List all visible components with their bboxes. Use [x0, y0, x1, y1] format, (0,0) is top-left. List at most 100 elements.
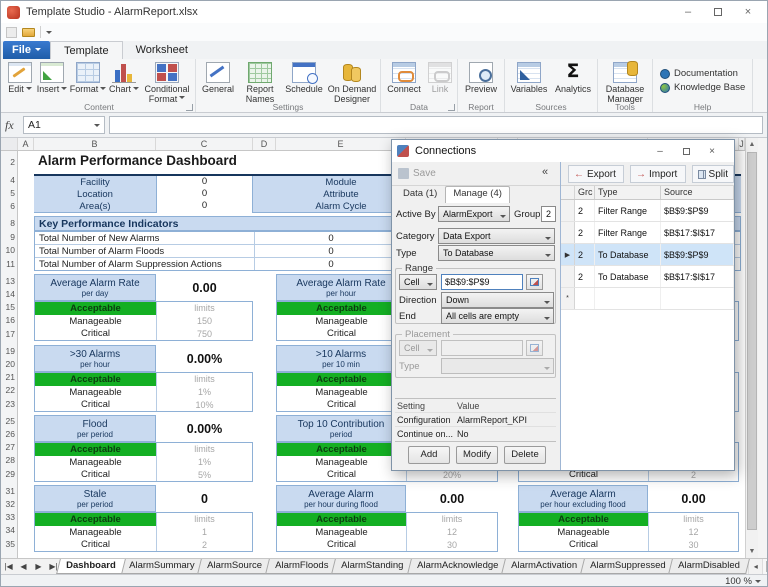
row-header-2[interactable]: 2 [1, 153, 17, 171]
documentation-link[interactable]: Documentation [655, 68, 750, 79]
dialog-save-button[interactable]: Save [398, 168, 436, 179]
sheet-tab-dashboard[interactable]: Dashboard [56, 559, 125, 574]
connections-grid[interactable]: Grc Type Source 2Filter Range$B$9:$P$92F… [561, 186, 734, 470]
row-header-8[interactable]: 8 [1, 216, 17, 231]
sheet-tab-alarmsource[interactable]: AlarmSource [197, 559, 272, 574]
row-header-35[interactable]: 35 [1, 537, 17, 551]
category-select[interactable]: Data Export [438, 228, 555, 244]
on-demand-designer-button[interactable]: On Demand Designer [326, 59, 378, 104]
report-names-button[interactable]: Report Names [238, 59, 282, 104]
h-scrollbar-track[interactable] [762, 559, 768, 574]
end-select[interactable]: All cells are empty [441, 308, 554, 324]
filter-value[interactable]: 0 [157, 200, 252, 212]
sheet-tab-alarmstanding[interactable]: AlarmStanding [331, 559, 413, 574]
knowledge-base-link[interactable]: Knowledge Base [655, 82, 750, 93]
scroll-down-icon[interactable]: ▼ [746, 545, 758, 558]
namebox-dropdown-icon[interactable] [94, 124, 100, 130]
row-header-34[interactable]: 34 [1, 524, 17, 537]
vertical-scrollbar[interactable]: ▲ ▼ [745, 138, 758, 558]
connection-row-new[interactable]: * [561, 288, 734, 310]
chart-button[interactable]: Chart [107, 59, 141, 95]
open-folder-icon[interactable] [22, 28, 35, 37]
edit-button[interactable]: Edit [5, 59, 35, 95]
sheet-tab-alarmacknowledge[interactable]: AlarmAcknowledge [407, 559, 508, 574]
row-header-14[interactable]: 14 [1, 288, 17, 301]
dialog-close-button[interactable]: × [699, 142, 725, 160]
format-button[interactable]: Format [69, 59, 107, 95]
preview-button[interactable]: Preview [460, 59, 502, 95]
row-header-20[interactable]: 20 [1, 358, 17, 371]
connection-row[interactable]: 2Filter Range$B$9:$P$9 [561, 200, 734, 222]
grid-column-type[interactable]: Type [595, 186, 661, 199]
row-header-29[interactable]: 29 [1, 467, 17, 481]
add-button[interactable]: Add [408, 446, 450, 464]
column-header-D[interactable]: D [253, 138, 276, 150]
row-header-10[interactable]: 10 [1, 244, 17, 257]
collapse-panel-icon[interactable]: « [542, 166, 548, 178]
connection-row[interactable]: 2To Database$B$17:$I$17 [561, 266, 734, 288]
column-header-B[interactable]: B [34, 138, 156, 150]
row-header-6[interactable]: 6 [1, 200, 17, 213]
filter-value[interactable]: 0 [157, 188, 252, 200]
group-input[interactable]: 2 [541, 206, 556, 222]
delete-button[interactable]: Delete [504, 446, 546, 464]
range-input[interactable]: $B$9:$P$9 [441, 274, 523, 290]
row-header-27[interactable]: 27 [1, 441, 17, 454]
row-header-22[interactable]: 22 [1, 384, 17, 397]
close-button[interactable]: × [733, 2, 763, 22]
save-icon[interactable] [6, 27, 17, 38]
database-manager-button[interactable]: Database Manager [600, 59, 650, 104]
dialog-minimize-button[interactable]: – [647, 142, 673, 160]
insert-button[interactable]: Insert [35, 59, 69, 95]
horizontal-scrollbar[interactable]: ◂▸ [748, 559, 768, 574]
sheet-nav-first-icon[interactable]: |◀ [1, 559, 16, 574]
export-button[interactable]: ←Export [568, 165, 624, 183]
connections-dialog[interactable]: Connections – × Save « ←Export →Import S… [391, 139, 735, 471]
connection-row[interactable]: ▶2To Database$B$9:$P$9 [561, 244, 734, 266]
row-header-17[interactable]: 17 [1, 327, 17, 341]
zoom-dropdown-icon[interactable] [755, 580, 761, 586]
row-header-15[interactable]: 15 [1, 301, 17, 314]
filter-value[interactable]: 0 [157, 176, 252, 188]
dialog-maximize-button[interactable] [673, 142, 699, 160]
tab-template[interactable]: Template [50, 41, 123, 59]
row-header-23[interactable]: 23 [1, 397, 17, 411]
column-header-A[interactable]: A [18, 138, 34, 150]
sheet-tab-alarmdisabled[interactable]: AlarmDisabled [669, 559, 751, 574]
range-picker-icon[interactable] [526, 274, 543, 290]
row-header-31[interactable]: 31 [1, 485, 17, 498]
maximize-button[interactable] [703, 2, 733, 22]
file-menu-button[interactable]: File [3, 41, 50, 59]
direction-select[interactable]: Down [441, 292, 554, 308]
variables-button[interactable]: Variables [507, 59, 551, 95]
split-button[interactable]: Split [692, 165, 734, 183]
sheet-tab-alarmsuppressed[interactable]: AlarmSuppressed [580, 559, 675, 574]
dialog-launcher-icon[interactable] [186, 104, 193, 111]
sheet-tab-alarmsummary[interactable]: AlarmSummary [119, 559, 204, 574]
column-header-C[interactable]: C [156, 138, 253, 150]
h-scroll-left-icon[interactable]: ◂ [748, 559, 762, 574]
range-cell-select[interactable]: Cell [399, 274, 437, 290]
type-select[interactable]: To Database [438, 245, 555, 261]
cell-name-box[interactable]: A1 [23, 116, 105, 134]
row-header-9[interactable]: 9 [1, 231, 17, 244]
row-header-32[interactable]: 32 [1, 498, 17, 511]
grid-column-source[interactable]: Source [661, 186, 734, 199]
connection-row[interactable]: 2Filter Range$B$17:$I$17 [561, 222, 734, 244]
general-button[interactable]: General [198, 59, 238, 95]
sheet-tab-alarmactivation[interactable]: AlarmActivation [501, 559, 587, 574]
row-header-4[interactable]: 4 [1, 174, 17, 187]
sheet-nav-previous-icon[interactable]: ◀ [16, 559, 31, 574]
row-header-25[interactable]: 25 [1, 415, 17, 428]
tab-manage[interactable]: Manage (4) [445, 186, 510, 203]
row-header-11[interactable]: 11 [1, 257, 17, 271]
analytics-button[interactable]: Analytics [551, 59, 595, 95]
conditional-format-button[interactable]: Conditional Format [141, 59, 193, 104]
sheet-tab-alarmfloods[interactable]: AlarmFloods [265, 559, 338, 574]
connect-button[interactable]: Connect [383, 59, 425, 95]
row-header-13[interactable]: 13 [1, 274, 17, 288]
formula-input[interactable] [109, 116, 763, 134]
modify-button[interactable]: Modify [456, 446, 498, 464]
active-by-select[interactable]: AlarmExport [438, 206, 510, 222]
sheet-nav-next-icon[interactable]: ▶ [31, 559, 46, 574]
